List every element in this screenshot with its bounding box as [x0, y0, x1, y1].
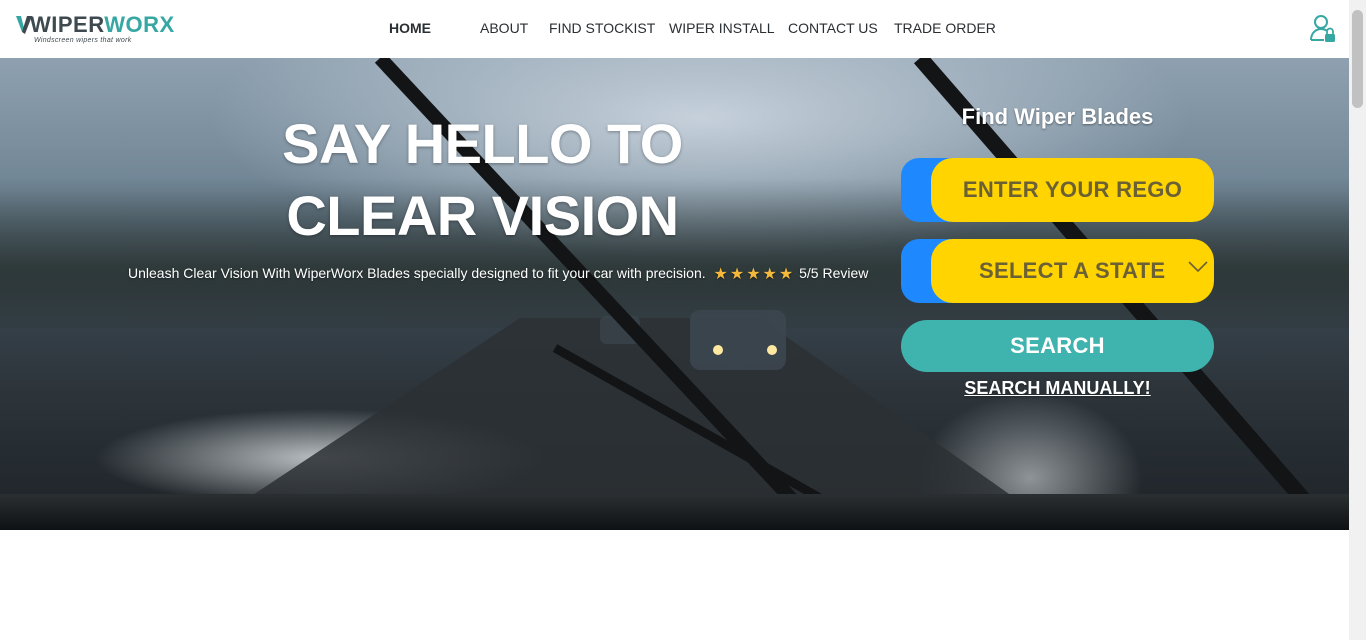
- state-select[interactable]: SELECT A STATE: [931, 239, 1214, 303]
- hero-subtitle-text: Unleash Clear Vision With WiperWorx Blad…: [128, 265, 706, 281]
- brand-wordmark: WIPERWORX: [30, 12, 175, 38]
- search-panel-title: Find Wiper Blades: [961, 104, 1154, 129]
- hero-subtitle: Unleash Clear Vision With WiperWorx Blad…: [128, 264, 868, 284]
- page-scrollbar[interactable]: [1349, 0, 1366, 640]
- brand-tagline: Windscreen wipers that work: [34, 37, 132, 44]
- brand-wordmark-w: W: [30, 12, 52, 37]
- rating-stars-icon: ★★★★★: [713, 266, 796, 283]
- brand-wordmark-iper: IPER: [51, 12, 105, 37]
- search-manually-link[interactable]: SEARCH MANUALLY!: [901, 378, 1214, 399]
- site-header: WIPERWORX Windscreen wipers that work HO…: [0, 0, 1349, 58]
- search-button[interactable]: SEARCH: [901, 320, 1214, 372]
- chevron-down-icon: [1188, 261, 1208, 273]
- rating-text: 5/5 Review: [799, 265, 869, 281]
- nav-about[interactable]: ABOUT: [480, 20, 528, 36]
- user-lock-icon[interactable]: [1309, 14, 1337, 44]
- scrollbar-thumb[interactable]: [1352, 10, 1363, 108]
- nav-contact-us[interactable]: CONTACT US: [788, 20, 878, 36]
- nav-find-stockist[interactable]: FIND STOCKIST: [549, 20, 655, 36]
- brand-wordmark-worx: WORX: [104, 12, 175, 37]
- hero-section: SAY HELLO TO CLEAR VISION Unleash Clear …: [0, 58, 1349, 530]
- hero-title-line1: SAY HELLO TO: [282, 112, 683, 175]
- rego-field-wrapper: [901, 158, 1214, 222]
- hero-title-line2: CLEAR VISION: [286, 184, 679, 247]
- brand-logo[interactable]: WIPERWORX Windscreen wipers that work: [16, 12, 176, 48]
- nav-home[interactable]: HOME: [389, 20, 431, 36]
- nav-trade-order[interactable]: TRADE ORDER: [894, 20, 996, 36]
- state-field-wrapper: SELECT A STATE: [901, 239, 1214, 303]
- dashboard-shadow: [0, 494, 1349, 530]
- state-select-value: SELECT A STATE: [979, 258, 1166, 283]
- nav-wiper-install[interactable]: WIPER INSTALL: [669, 20, 775, 36]
- hero-title: SAY HELLO TO CLEAR VISION: [250, 108, 715, 252]
- rego-input[interactable]: [931, 158, 1214, 222]
